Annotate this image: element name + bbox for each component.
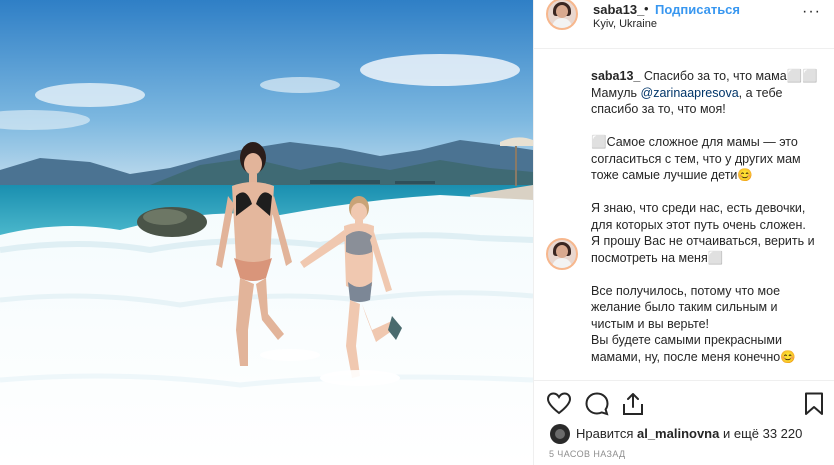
separator-dot: • [644,1,649,16]
more-icon[interactable]: ··· [802,3,821,21]
caption: saba13_ Спасибо за то, что мама⬜⬜ Мамуль… [591,68,821,365]
caption-paragraph-2: ⬜Самое сложное для мамы — это согласитьс… [591,135,801,182]
location-link[interactable]: Kyiv, Ukraine [593,18,657,30]
caption-paragraph-3a: Я знаю, что среди нас, есть девочки, для… [591,201,806,232]
caption-paragraph-4a: Все получилось, потому что мое желание б… [591,283,781,331]
caption-username[interactable]: saba13_ [591,69,640,83]
caption-line1: Спасибо за то, что мама⬜⬜ [640,69,818,83]
likes-count[interactable]: и ещё 33 220 [719,426,802,441]
post-photo[interactable] [0,0,533,465]
caption-paragraph-3b: Я прошу Вас не отчаиваться, верить и пос… [591,234,815,265]
follow-button[interactable]: Подписаться [655,2,740,17]
comment-icon[interactable] [584,391,610,417]
bookmark-icon[interactable] [801,391,827,417]
instagram-post: saba13_ • Подписаться Kyiv, Ukraine ··· … [0,0,834,465]
likes-summary: Нравится al_malinovna и ещё 33 220 [576,426,802,441]
post-header: saba13_ • Подписаться Kyiv, Ukraine ··· [534,0,834,49]
caption-paragraph-4b: Вы будете самыми прекрасными мамами, ну,… [591,333,796,364]
caption-line2-prefix: Мамуль [591,85,641,100]
post-sidebar: saba13_ • Подписаться Kyiv, Ukraine ··· … [533,0,834,465]
post-timestamp[interactable]: 5 ЧАСОВ НАЗАД [549,449,626,459]
caption-avatar[interactable] [546,238,578,270]
liker-avatar[interactable] [550,424,570,444]
mention-link[interactable]: @zarinaapresova [641,86,739,100]
likes-prefix: Нравится [576,426,637,441]
beach-photo [0,0,533,465]
action-bar [534,380,834,427]
heart-icon[interactable] [546,391,572,417]
liker-username[interactable]: al_malinovna [637,426,719,441]
avatar[interactable] [546,0,578,30]
username[interactable]: saba13_ [593,2,644,17]
share-icon[interactable] [620,391,646,417]
